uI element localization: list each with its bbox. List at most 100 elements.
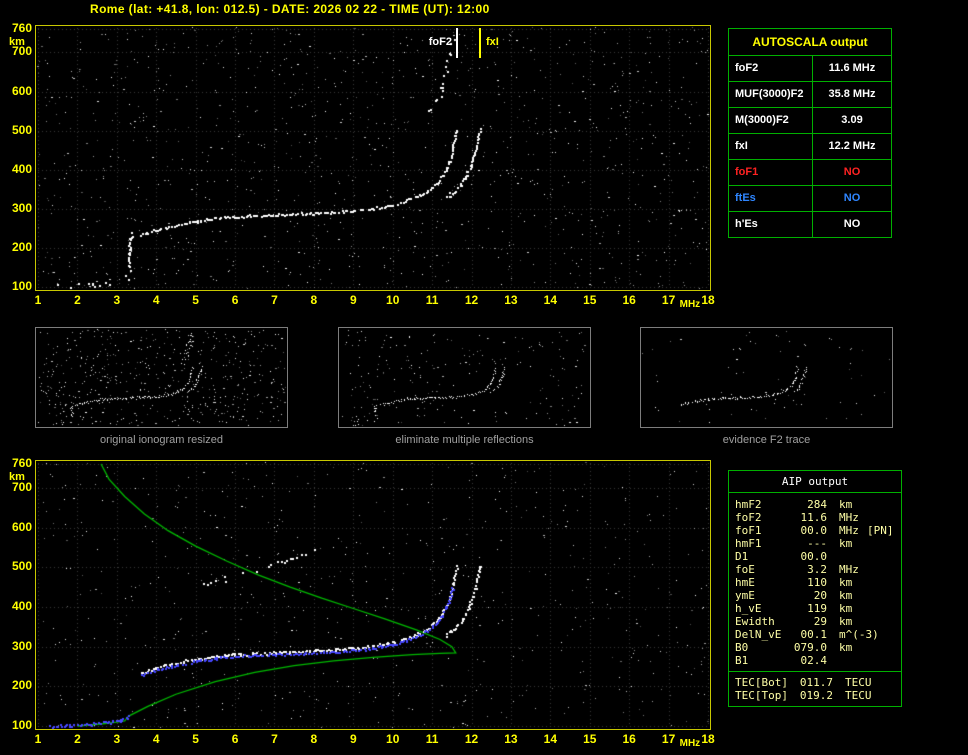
autoscala-output-table: AUTOSCALA output foF2 11.6 MHz MUF(3000)F2…	[728, 28, 892, 238]
aip-output-table: AIP output hmF2 284 km foF2 11.6 MHz foF1 00.0 M…	[728, 470, 902, 707]
x-axis-tick-label: 2	[74, 293, 81, 307]
aip-row-value: 00.0	[800, 524, 828, 537]
x-axis-tick-label: 14	[543, 732, 558, 746]
thumbnail-no-multiples-canvas	[339, 328, 590, 427]
autoscala-row-value: NO	[843, 218, 861, 230]
y-axis-tick-label: 400	[11, 598, 32, 613]
aip-table-row: foF1 00.0 MHz [PN]	[735, 524, 901, 537]
autoscala-row-value: 11.6 MHz	[828, 62, 876, 74]
tec-row-label: TEC[Top]	[735, 689, 788, 702]
x-axis-tick-label: 8	[310, 732, 318, 746]
aip-row-unit: km	[839, 498, 853, 511]
x-axis-tick-label: 4	[152, 732, 160, 746]
aip-row-label: hmF1	[735, 537, 762, 550]
aip-table-title: AIP output	[729, 471, 901, 493]
x-axis-tick-label: 17	[661, 293, 676, 307]
x-axis-tick-label: 12	[464, 732, 479, 746]
autoscala-row-value: NO	[843, 166, 861, 178]
aip-table-row: hmF1 --- km	[735, 537, 901, 550]
thumbnail-original-canvas	[36, 328, 287, 427]
aip-table-body: hmF2 284 km foF2 11.6 MHz foF1 00.0 MHz [PN] hmF1 -…	[729, 493, 901, 671]
aip-tec-row: TEC[Bot] 011.7 TECU	[735, 676, 901, 689]
tec-row-value: 011.7	[799, 676, 833, 689]
aip-row-extra	[863, 550, 901, 563]
x-axis-tick-label: 16	[622, 293, 636, 307]
aip-row-extra	[863, 654, 901, 667]
tec-row-value: 019.2	[799, 689, 833, 702]
aip-table-row: ymE 20 km	[735, 589, 901, 602]
y-axis-tick-label: 300	[11, 200, 32, 215]
y-axis-tick-label: 200	[11, 678, 32, 693]
aip-row-unit: km	[839, 615, 853, 628]
x-axis-tick-label: 7	[271, 732, 278, 746]
aip-row-unit: MHz	[839, 524, 859, 537]
autoscala-row-value: 12.2 MHz	[828, 140, 876, 152]
aip-row-extra	[863, 628, 901, 641]
autoscala-row-value: 35.8 MHz	[828, 88, 876, 100]
thumbnail-caption-f2-trace: evidence F2 trace	[722, 434, 811, 446]
aip-row-value: 29	[813, 615, 827, 628]
x-axis-tick-label: 11	[425, 732, 439, 746]
aip-row-label: hmE	[735, 576, 755, 589]
aip-row-unit: MHz	[839, 511, 859, 524]
aip-row-value: ---	[807, 537, 827, 550]
x-axis-tick-label: 9	[349, 732, 357, 746]
x-axis-tick-label: 8	[310, 293, 318, 307]
aip-table-row: hmF2 284 km	[735, 498, 901, 511]
aip-row-extra	[863, 641, 901, 654]
aip-table-row: Ewidth 29 km	[735, 615, 901, 628]
autoscala-table-body: foF2 11.6 MHz MUF(3000)F2 35.8 MHz M(3000)F2…	[729, 56, 891, 237]
autoscala-table-row: h'Es NO	[729, 212, 891, 237]
autoscala-row-label: h'Es	[729, 212, 813, 237]
thumbnail-f2-trace-canvas	[641, 328, 892, 427]
aip-row-label: foF1	[735, 524, 762, 537]
autoscala-table-row: fxI 12.2 MHz	[729, 134, 891, 160]
aip-row-value: 20	[813, 589, 827, 602]
tec-row-unit: TECU	[845, 689, 872, 702]
aip-row-extra	[863, 589, 901, 602]
fof2-marker-label: foF2	[428, 36, 452, 48]
aip-table-row: DelN_vE 00.1 m^(-3)	[735, 628, 901, 641]
autoscala-row-value: NO	[843, 192, 861, 204]
x-axis-tick-label: 7	[271, 293, 278, 307]
x-axis-tick-label: 10	[386, 732, 400, 746]
aip-tec-section: TEC[Bot] 011.7 TECU TEC[Top] 019.2 TECU	[729, 671, 901, 706]
fof2-marker-line	[456, 28, 458, 58]
aip-table-row: B1 02.4	[735, 654, 901, 667]
aip-row-extra	[863, 537, 901, 550]
y-axis-tick-label: 760	[11, 21, 32, 35]
x-axis-tick-label: 12	[464, 293, 479, 307]
aip-table-row: D1 00.0	[735, 550, 901, 563]
thumbnail-f2-trace	[640, 327, 893, 428]
aip-row-unit: m^(-3)	[839, 628, 879, 641]
aip-row-unit: km	[839, 589, 853, 602]
fxi-marker-label: fxI	[486, 36, 499, 48]
aip-table-row: h_vE 119 km	[735, 602, 901, 615]
y-axis-tick-label: 100	[11, 718, 32, 732]
aip-row-unit	[827, 654, 863, 667]
profile-ionogram-plot	[35, 460, 711, 730]
aip-row-label: foE	[735, 563, 755, 576]
x-axis-tick-label: 5	[192, 732, 199, 746]
x-axis-tick-label: 6	[231, 732, 239, 746]
x-axis-tick-label: 13	[504, 293, 518, 307]
x-axis-tick-label: 1	[34, 293, 42, 307]
x-axis-tick-label: 5	[192, 293, 199, 307]
aip-row-extra	[863, 511, 901, 524]
aip-row-extra	[863, 563, 901, 576]
x-axis-tick-label: 15	[583, 732, 597, 746]
aip-row-label: DelN_vE	[735, 628, 782, 641]
tec-row-unit: TECU	[845, 676, 872, 689]
x-axis-tick-label: 16	[622, 732, 636, 746]
y-axis-tick-label: 600	[11, 519, 32, 534]
aip-row-label: D1	[735, 550, 749, 563]
profile-ionogram-canvas	[36, 461, 710, 729]
thumbnail-no-multiples	[338, 327, 591, 428]
autoscala-table-row: MUF(3000)F2 35.8 MHz	[729, 82, 891, 108]
autoscala-row-label: MUF(3000)F2	[729, 82, 813, 107]
fxi-marker-line	[479, 28, 481, 58]
y-axis-tick-label: 500	[11, 559, 32, 574]
scaled-ionogram-canvas	[36, 26, 710, 290]
x-axis-tick-label: 17	[661, 732, 676, 746]
x-axis-tick-label: 11	[425, 293, 439, 307]
